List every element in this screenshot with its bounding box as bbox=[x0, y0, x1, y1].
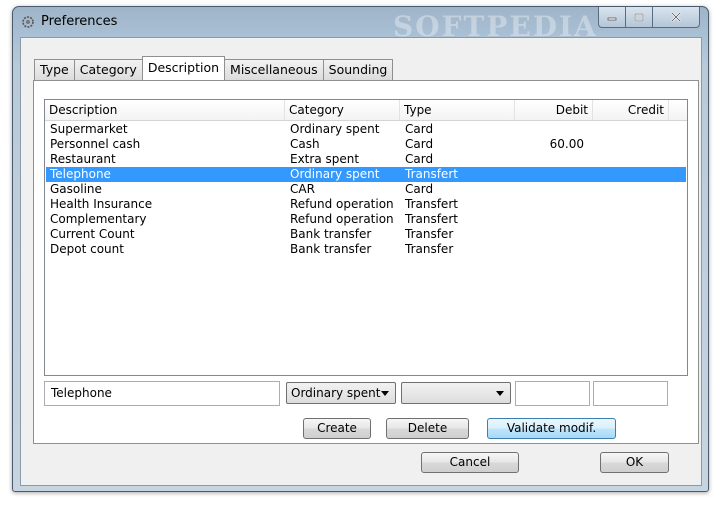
cell-type: Card bbox=[405, 122, 434, 136]
category-combo[interactable]: Ordinary spent bbox=[286, 382, 396, 404]
title-bar[interactable]: Preferences SOFTPEDIA bbox=[13, 7, 708, 43]
cell-type: Card bbox=[405, 152, 434, 166]
cell-type: Transfer bbox=[405, 242, 454, 256]
cell-category: Ordinary spent bbox=[290, 122, 380, 136]
column-header-description[interactable]: Description bbox=[45, 100, 285, 120]
tab-type[interactable]: Type bbox=[34, 59, 75, 80]
description-tab-panel: Description Category Type Debit Credit S… bbox=[33, 80, 699, 444]
minimize-icon bbox=[607, 17, 617, 21]
column-header-debit[interactable]: Debit bbox=[515, 100, 593, 120]
tab-description[interactable]: Description bbox=[141, 56, 226, 80]
cell-category: Refund operation bbox=[290, 212, 394, 226]
table-row[interactable]: Complementary Refund operation Transfert bbox=[46, 212, 686, 227]
close-icon bbox=[671, 12, 681, 22]
cell-category: Refund operation bbox=[290, 197, 394, 211]
tab-sounding[interactable]: Sounding bbox=[322, 59, 394, 80]
type-combo[interactable] bbox=[401, 382, 511, 404]
close-button[interactable] bbox=[652, 7, 700, 28]
table-row[interactable]: Personnel cash Cash Card 60.00 bbox=[46, 137, 686, 152]
cell-type: Transfert bbox=[405, 212, 458, 226]
dialog-client-area: Type Category Description Miscellaneous … bbox=[20, 37, 702, 486]
cell-category: Bank transfer bbox=[290, 227, 372, 241]
cell-description: Telephone bbox=[50, 167, 111, 181]
cell-description: Restaurant bbox=[50, 152, 116, 166]
preferences-gear-icon bbox=[22, 16, 34, 28]
chevron-down-icon bbox=[381, 391, 389, 396]
description-input[interactable]: Telephone bbox=[44, 381, 280, 406]
preferences-window: Preferences SOFTPEDIA Type Category Desc… bbox=[12, 6, 709, 492]
chevron-down-icon bbox=[496, 391, 504, 396]
list-header: Description Category Type Debit Credit bbox=[45, 100, 687, 121]
cell-debit: 60.00 bbox=[549, 137, 584, 151]
cell-description: Gasoline bbox=[50, 182, 102, 196]
table-row[interactable]: Current Count Bank transfer Transfer bbox=[46, 227, 686, 242]
cell-description: Personnel cash bbox=[50, 137, 141, 151]
cell-description: Health Insurance bbox=[50, 197, 153, 211]
cell-type: Transfert bbox=[405, 197, 458, 211]
maximize-icon bbox=[634, 12, 644, 22]
column-header-type[interactable]: Type bbox=[400, 100, 515, 120]
column-header-credit[interactable]: Credit bbox=[593, 100, 669, 120]
cell-type: Transfer bbox=[405, 227, 454, 241]
validate-modif-button[interactable]: Validate modif. bbox=[487, 418, 616, 439]
minimize-button[interactable] bbox=[598, 7, 626, 28]
cell-category: CAR bbox=[290, 182, 315, 196]
cell-category: Extra spent bbox=[290, 152, 360, 166]
window-title: Preferences bbox=[41, 14, 118, 29]
tab-strip: Type Category Description Miscellaneous … bbox=[34, 56, 394, 80]
table-row[interactable]: Health Insurance Refund operation Transfer… bbox=[46, 197, 686, 212]
table-row[interactable]: Restaurant Extra spent Card bbox=[46, 152, 686, 167]
cell-type: Card bbox=[405, 137, 434, 151]
category-combo-value: Ordinary spent bbox=[291, 386, 381, 400]
table-row[interactable]: Telephone Ordinary spent Transfert bbox=[46, 167, 686, 182]
cell-description: Supermarket bbox=[50, 122, 128, 136]
cell-category: Bank transfer bbox=[290, 242, 372, 256]
cell-description: Current Count bbox=[50, 227, 135, 241]
tab-category[interactable]: Category bbox=[73, 59, 143, 80]
maximize-button[interactable] bbox=[625, 7, 653, 28]
description-list[interactable]: Description Category Type Debit Credit S… bbox=[44, 99, 688, 376]
table-row[interactable]: Gasoline CAR Card bbox=[46, 182, 686, 197]
cancel-button[interactable]: Cancel bbox=[421, 452, 519, 473]
cell-description: Depot count bbox=[50, 242, 124, 256]
column-header-category[interactable]: Category bbox=[285, 100, 400, 120]
cell-type: Card bbox=[405, 182, 434, 196]
credit-input[interactable] bbox=[593, 381, 668, 406]
delete-button[interactable]: Delete bbox=[386, 418, 469, 439]
tab-miscellaneous[interactable]: Miscellaneous bbox=[224, 59, 324, 80]
ok-button[interactable]: OK bbox=[600, 452, 669, 473]
cell-category: Ordinary spent bbox=[290, 167, 380, 181]
cell-type: Transfert bbox=[405, 167, 458, 181]
cell-description: Complementary bbox=[50, 212, 147, 226]
table-row[interactable]: Supermarket Ordinary spent Card bbox=[46, 122, 686, 137]
table-row[interactable]: Depot count Bank transfer Transfer bbox=[46, 242, 686, 257]
cell-category: Cash bbox=[290, 137, 320, 151]
debit-input[interactable] bbox=[515, 381, 590, 406]
create-button[interactable]: Create bbox=[303, 418, 371, 439]
